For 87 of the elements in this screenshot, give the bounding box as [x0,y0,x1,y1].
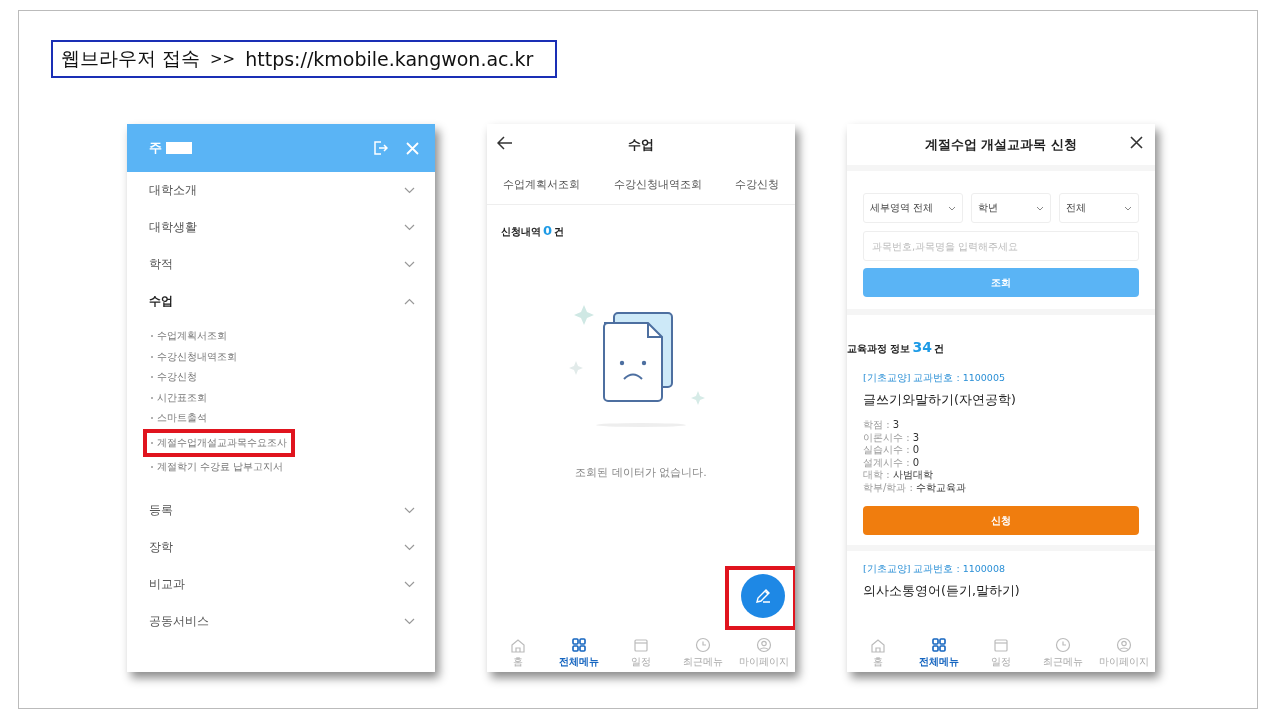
nav-item[interactable]: 전체메뉴 [911,635,968,669]
menu-label: 수업 [149,293,173,310]
menu-label: 대학소개 [149,182,197,199]
nav-label: 일정 [991,654,1011,669]
instruction-text: 웹브라우저 접속 [61,46,201,71]
menu-item[interactable]: 장학 [127,528,435,566]
tab[interactable]: 수강신청 [735,177,779,192]
caret-icon [1035,205,1044,211]
caret-icon [947,205,956,211]
nav-label: 마이페이지 [739,654,790,669]
dropdown[interactable]: 세부영역 전체 [863,193,963,223]
grid-icon [930,635,949,654]
edit-button[interactable] [741,574,785,618]
user-icon [755,635,774,654]
course-detail: 이론시수 : 3 [863,431,921,444]
submenu-item[interactable]: 수강신청 [147,367,201,388]
course-code: [기초교양] 교과번호 : 1100005 [863,372,1006,385]
user-icon [1115,635,1134,654]
menu-item[interactable]: 대학소개 [127,172,435,209]
empty-message: 조회된 데이터가 없습니다. [575,465,707,480]
logout-icon[interactable] [372,140,388,156]
menu-item[interactable]: 대학생활 [127,209,435,246]
course-detail: 학부/학과 : 수학교육과 [863,481,968,494]
menu-item[interactable]: 수업 [127,283,435,320]
chevron-icon [404,187,415,194]
submenu-item[interactable]: 계절수업개설교과목수요조사 [147,432,291,453]
dropdown[interactable]: 전체 [1058,193,1139,223]
nav-label: 홈 [872,654,883,669]
submenu-item[interactable]: 계절학기 수강료 납부고지서 [147,457,288,478]
url-text: https://kmobile.kangwon.ac.kr [245,48,534,70]
result-count: 신청내역 0건 [500,222,566,239]
apply-button[interactable]: 신청 [863,506,1139,535]
nav-label: 홈 [512,654,523,669]
chevron-icon [404,224,415,231]
chevron-icon [404,543,415,551]
clock-icon [693,635,712,654]
nav-label: 최근메뉴 [1042,654,1083,669]
course-name: 의사소통영어(듣기,말하기) [863,583,1021,600]
submenu-item[interactable]: 수강신청내역조회 [147,346,241,367]
chevron-icon [404,506,415,514]
back-arrow-icon[interactable] [497,136,513,150]
user-name: 주 [149,139,162,157]
nav-label: 전체메뉴 [559,654,600,669]
course-detail: 대학 : 사범대학 [863,469,934,482]
menu-label: 등록 [149,501,173,519]
chevron-icon [404,261,415,268]
redaction-block [166,142,192,154]
chevron-icon [404,298,415,305]
menu-item[interactable]: 학적 [127,246,435,283]
tab[interactable]: 수강신청내역조회 [613,177,702,192]
caret-icon [1124,205,1132,211]
nav-label: 마이페이지 [1099,654,1150,669]
menu-label: 대학생활 [149,219,197,236]
nav-item[interactable]: 홈 [489,635,546,669]
nav-label: 최근메뉴 [682,654,723,669]
course-detail: 설계시수 : 0 [863,456,921,469]
nav-label: 일정 [631,654,651,669]
result-count: 교육과정 정보 34건 [847,338,945,356]
chevron-icon [404,617,415,625]
dropdown[interactable]: 학년 [970,193,1051,223]
nav-item[interactable]: 홈 [849,635,906,669]
course-name: 글쓰기와말하기(자연공학) [863,392,1017,409]
menu-label: 학적 [149,256,173,273]
menu-item[interactable]: 등록 [127,491,435,529]
clock-icon [1053,635,1072,654]
menu-label: 비교과 [149,575,185,593]
arrow-text: >> [210,50,236,68]
nav-label: 전체메뉴 [919,654,960,669]
search-field[interactable]: 과목번호,과목명을 입력해주세요 [863,231,1139,261]
course-detail: 실습시수 : 0 [863,444,921,457]
submenu-item[interactable]: 스마트출석 [147,408,211,429]
screen-title: 수업 [628,135,654,154]
screen-title: 계절수업 개설교과목 신청 [924,135,1078,154]
nav-item[interactable]: 전체메뉴 [551,635,608,669]
submenu-item[interactable]: 시간표조회 [147,387,211,408]
course-detail: 학점 : 3 [863,419,901,432]
grid-icon [570,635,589,654]
course-code: [기초교양] 교과번호 : 1100008 [863,563,1006,576]
submenu-item[interactable]: 수업계획서조회 [147,326,231,347]
chevron-icon [404,580,415,588]
menu-label: 공동서비스 [149,612,209,630]
tab[interactable]: 수업계획서조회 [503,177,580,192]
menu-item[interactable]: 공동서비스 [127,602,435,640]
menu-label: 장학 [149,538,173,556]
pencil-icon [754,587,772,605]
menu-item[interactable]: 비교과 [127,565,435,603]
close-icon[interactable] [1130,136,1143,149]
